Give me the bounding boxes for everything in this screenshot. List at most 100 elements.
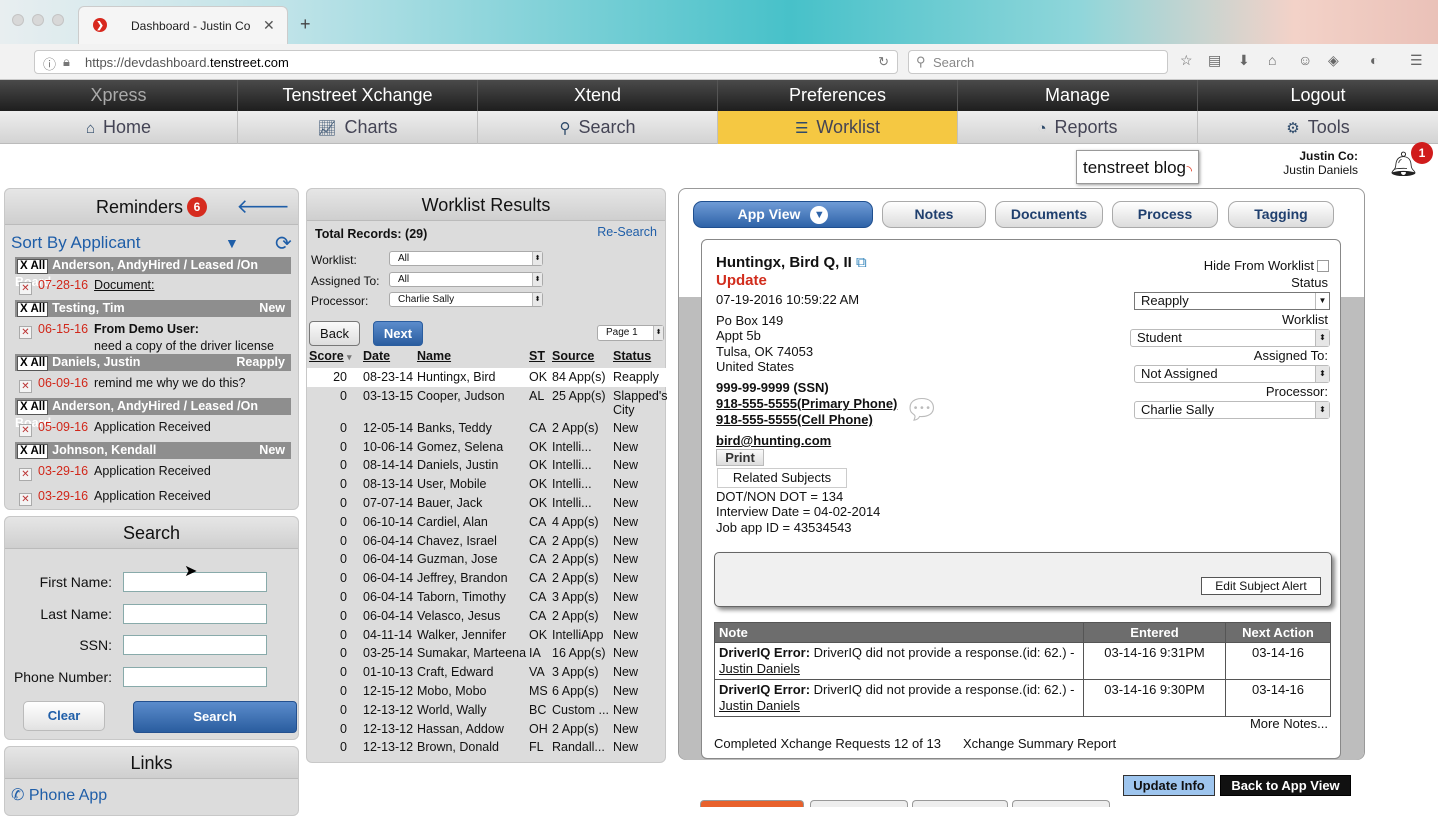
ssn-field[interactable] [123,635,267,655]
worklist-filter-select[interactable]: All ⬍ [389,251,543,266]
x-all-button[interactable]: X All [17,302,49,317]
bottom-tab[interactable] [1012,800,1110,807]
smiley-icon[interactable]: ☺ [1298,52,1312,68]
table-row[interactable]: 0 10-06-14 Gomez, Selena OK Intelli... New [307,438,667,457]
assigned-filter-select[interactable]: All ⬍ [389,272,543,287]
x-all-button[interactable]: X All [17,400,49,415]
processor-select[interactable]: Charlie Sally ⬍ [1134,401,1330,419]
table-row[interactable]: 0 08-13-14 User, Mobile OK Intelli... New [307,475,667,494]
info-icon[interactable]: ⓘ [43,54,56,73]
col-name[interactable]: Name [417,349,451,363]
table-row[interactable]: 0 06-04-14 Guzman, Jose CA 2 App(s) New [307,550,667,569]
last-name-field[interactable] [123,604,267,624]
chat-bubble-icon[interactable]: 💬︎ [904,393,940,426]
tab-process[interactable]: Process [1112,201,1218,228]
table-row[interactable]: 0 12-13-12 World, Wally BC Custom ... New [307,701,667,720]
xchange-summary-link[interactable]: Xchange Summary Report [963,736,1116,751]
nav-home[interactable]: ⌂ Home [0,111,238,144]
print-button[interactable]: Print [716,449,764,466]
update-info-button[interactable]: Update Info [1123,775,1215,796]
table-row[interactable]: 0 12-13-12 Hassan, Addow OH 2 App(s) New [307,720,667,739]
dismiss-icon[interactable]: ✕ [19,326,32,339]
table-row[interactable]: 0 01-10-13 Craft, Edward VA 3 App(s) New [307,663,667,682]
download-icon[interactable]: ⬇ [1238,52,1250,69]
nav-search[interactable]: ⚲ Search [478,111,718,144]
status-select[interactable]: Reapply ▼ [1134,292,1330,310]
nav-xpress[interactable]: Xpress [0,80,238,111]
table-row[interactable]: 0 12-13-12 Brown, Donald FL Randall... New [307,738,667,757]
x-all-button[interactable]: X All [17,356,49,371]
tab-tagging[interactable]: Tagging [1228,201,1334,228]
tab-notes[interactable]: Notes [882,201,986,228]
col-date[interactable]: Date [363,349,390,363]
table-row[interactable]: 20 08-23-14 Huntingx, Bird OK 84 App(s) Reapp… [307,368,667,387]
arrow-left-icon[interactable]: 🡐 [236,189,290,225]
pocket-icon[interactable]: ◈ [1328,52,1339,69]
nav-tools[interactable]: ⚙ Tools [1198,111,1438,144]
col-source[interactable]: Source [552,349,594,363]
tenstreet-blog-link[interactable]: tenstreet blog ◝ [1076,150,1199,184]
reload-icon[interactable]: ↻ [878,54,889,70]
table-row[interactable]: 0 07-07-14 Bauer, Jack OK Intelli... New [307,494,667,513]
dismiss-icon[interactable]: ✕ [19,282,32,295]
re-search-link[interactable]: Re-Search [597,225,657,239]
edit-subject-alert-button[interactable]: Edit Subject Alert [1201,577,1321,595]
bottom-tab[interactable] [700,800,804,807]
extension-icon[interactable]: ◐ [1370,52,1378,68]
new-tab-icon[interactable]: + [300,14,311,35]
worklist-select[interactable]: Student ⬍ [1130,329,1330,347]
cell-phone-link[interactable]: 918-555-5555(Cell Phone) [716,412,873,427]
menu-icon[interactable]: ☰ [1410,52,1423,69]
related-subjects-button[interactable]: Related Subjects [717,468,847,488]
dismiss-icon[interactable]: ✕ [19,424,32,437]
dismiss-icon[interactable]: ✕ [19,493,32,506]
browser-search-input[interactable]: ⚲ Search [908,50,1168,74]
table-row[interactable]: 0 06-04-14 Jeffrey, Brandon CA 2 App(s) New [307,569,667,588]
search-button[interactable]: Search [133,701,297,733]
table-row[interactable]: 0 06-04-14 Velasco, Jesus CA 2 App(s) New [307,607,667,626]
nav-xtend[interactable]: Xtend [478,80,718,111]
table-row[interactable]: 0 03-25-14 Sumakar, Marteena IA 16 App(s) New [307,644,667,663]
window-close-button[interactable] [12,14,24,26]
nav-charts[interactable]: 📈︎ Charts [238,111,478,144]
assigned-to-select[interactable]: Not Assigned ⬍ [1134,365,1330,383]
tab-app-view[interactable]: App View ▼ [693,201,873,228]
table-row[interactable]: 0 12-15-12 Mobo, Mobo MS 6 App(s) New [307,682,667,701]
email-link[interactable]: bird@hunting.com [716,433,831,448]
nav-reports[interactable]: ◔ Reports [958,111,1198,144]
clear-button[interactable]: Clear [23,701,105,731]
caret-down-icon[interactable]: ▼ [225,235,239,251]
next-button[interactable]: Next [373,321,423,346]
table-row[interactable]: 0 08-14-14 Daniels, Justin OK Intelli... New [307,456,667,475]
primary-phone-link[interactable]: 918-555-5555(Primary Phone) [716,396,897,411]
nav-manage[interactable]: Manage [958,80,1198,111]
x-all-button[interactable]: X All [17,444,49,459]
page-select[interactable]: Page 1 ⬍ [597,325,664,341]
reading-list-icon[interactable]: ▤ [1208,52,1221,69]
browser-tab[interactable]: ❯ Dashboard - Justin Co ✕ [78,6,288,44]
hide-from-worklist-checkbox[interactable] [1317,260,1329,272]
x-all-button[interactable]: X All [17,259,49,274]
dismiss-icon[interactable]: ✕ [19,380,32,393]
table-row[interactable]: 0 04-11-14 Walker, Jennifer OK IntelliApp New [307,626,667,645]
table-row[interactable]: 0 06-04-14 Taborn, Timothy CA 3 App(s) New [307,588,667,607]
tab-documents[interactable]: Documents [995,201,1103,228]
back-to-app-view-button[interactable]: Back to App View [1220,775,1351,796]
bottom-tab[interactable] [810,800,908,807]
more-notes-link[interactable]: More Notes... [1250,716,1328,731]
col-status[interactable]: Status [613,349,651,363]
table-row[interactable]: 0 06-04-14 Chavez, Israel CA 2 App(s) New [307,532,667,551]
processor-filter-select[interactable]: Charlie Sally ⬍ [389,292,543,307]
bookmark-star-icon[interactable]: ☆ [1180,52,1193,69]
nav-tenstreet-xchange[interactable]: Tenstreet Xchange [238,80,478,111]
sort-by-applicant[interactable]: Sort By Applicant [11,233,140,253]
col-st[interactable]: ST [529,349,545,363]
table-row[interactable]: 0 06-10-14 Cardiel, Alan CA 4 App(s) New [307,513,667,532]
external-link-icon[interactable]: ⧉ [856,254,867,271]
dismiss-icon[interactable]: ✕ [19,468,32,481]
phone-field[interactable] [123,667,267,687]
window-zoom-button[interactable] [52,14,64,26]
window-minimize-button[interactable] [32,14,44,26]
home-icon[interactable]: ⌂ [1268,52,1276,68]
refresh-icon[interactable]: ⟳ [275,231,292,256]
